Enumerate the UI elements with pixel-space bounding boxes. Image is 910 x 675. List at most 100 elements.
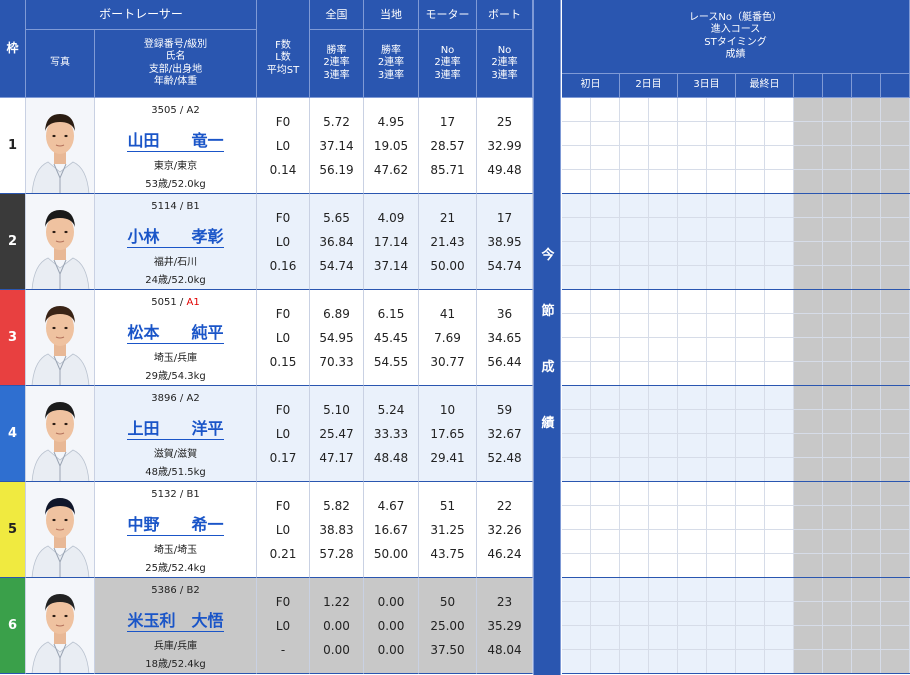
- motor-2ren-rate: 25.00: [430, 619, 465, 633]
- local-win-rate: 5.24: [377, 403, 405, 417]
- racer-name[interactable]: 中野 希一: [127, 515, 224, 536]
- result-cell: [562, 218, 591, 242]
- result-cell: [765, 218, 794, 242]
- local-3ren-rate: 47.62: [373, 163, 409, 177]
- racer-name-link[interactable]: 山田 竜一: [95, 127, 256, 152]
- result-cell: [649, 266, 678, 290]
- result-cell: [678, 626, 707, 650]
- result-cell: [620, 626, 649, 650]
- result-cell: [881, 98, 910, 122]
- racer-f-l-st: F0 L0 0.15: [257, 290, 310, 386]
- national-2ren-rate: 54.95: [319, 331, 354, 345]
- local-2ren-rate: 0.00: [377, 619, 405, 633]
- result-cell: [707, 314, 736, 338]
- result-cell: [678, 530, 707, 554]
- racer-name[interactable]: 山田 竜一: [127, 131, 224, 152]
- result-cell: [678, 242, 707, 266]
- local-win-rate: 4.95: [377, 115, 405, 129]
- result-cell: [765, 602, 794, 626]
- result-cell: [707, 650, 736, 674]
- national-3ren-rate: 56.19: [319, 163, 354, 177]
- result-cell: [591, 626, 620, 650]
- result-cell: [794, 554, 823, 578]
- racer-photo[interactable]: [26, 386, 95, 482]
- racer-photo[interactable]: [26, 194, 95, 290]
- result-cell: [736, 98, 765, 122]
- racer-photo[interactable]: [26, 578, 95, 674]
- racer-name-link[interactable]: 上田 洋平: [95, 415, 256, 440]
- result-cell: [591, 506, 620, 530]
- racer-name[interactable]: 米玉利 大悟: [127, 611, 224, 632]
- result-cell: [852, 242, 881, 266]
- result-cell: [649, 506, 678, 530]
- racer-name-link[interactable]: 米玉利 大悟: [95, 607, 256, 632]
- result-cell: [736, 482, 765, 506]
- header-day-1: 初日: [562, 74, 620, 98]
- rate-label: 3連率: [434, 69, 461, 81]
- racer-f-count: F0: [275, 595, 291, 609]
- motor-3ren-rate: 30.77: [430, 355, 465, 369]
- national-3ren-rate: 54.74: [319, 259, 354, 273]
- racer-name-link[interactable]: 松本 純平: [95, 319, 256, 344]
- result-cell: [562, 338, 591, 362]
- result-cell: [707, 434, 736, 458]
- result-cell: [736, 122, 765, 146]
- racer-class: B1: [186, 489, 200, 500]
- result-cell: [620, 386, 649, 410]
- result-cell: [794, 266, 823, 290]
- result-cell: [794, 122, 823, 146]
- racer-reg-number: 3505: [151, 105, 177, 116]
- result-cell: [707, 242, 736, 266]
- racer-f-count: F0: [275, 211, 291, 225]
- result-cell: [765, 386, 794, 410]
- racer-f-l-st: F0 L0 0.14: [257, 98, 310, 194]
- header-touchi-rates: 勝率 2連率 3連率: [364, 30, 419, 98]
- motor-3ren-rate: 37.50: [430, 643, 465, 657]
- result-cell: [678, 266, 707, 290]
- racer-name-link[interactable]: 中野 希一: [95, 511, 256, 536]
- result-cell: [852, 266, 881, 290]
- rate-label: 3連率: [491, 69, 518, 81]
- result-cell: [649, 650, 678, 674]
- header-f-line: F数: [275, 39, 291, 51]
- result-cell: [794, 146, 823, 170]
- boat-2ren-rate: 32.99: [487, 139, 522, 153]
- result-cell: [591, 578, 620, 602]
- racer-row: 6 5386 / B2 米玉利 大悟 兵庫/兵庫 18歳/52.4kg F0 L…: [0, 578, 533, 674]
- result-cell: [620, 290, 649, 314]
- result-cell: [562, 650, 591, 674]
- racer-name-link[interactable]: 小林 孝彰: [95, 223, 256, 248]
- result-cell: [678, 146, 707, 170]
- result-cell: [852, 98, 881, 122]
- result-cell: [881, 578, 910, 602]
- racer-photo[interactable]: [26, 482, 95, 578]
- local-3ren-rate: 54.55: [373, 355, 409, 369]
- race-info-line: 進入コース: [710, 24, 761, 35]
- result-cell: [823, 218, 852, 242]
- boat-number: 59: [496, 403, 513, 417]
- racer-photo[interactable]: [26, 98, 95, 194]
- racer-name[interactable]: 小林 孝彰: [127, 227, 224, 248]
- racer-photo[interactable]: [26, 290, 95, 386]
- result-cell: [823, 170, 852, 194]
- result-cell: [765, 650, 794, 674]
- result-cell: [881, 338, 910, 362]
- result-cell: [823, 194, 852, 218]
- result-cell: [881, 458, 910, 482]
- motor-2ren-rate: 21.43: [430, 235, 465, 249]
- result-cell: [852, 650, 881, 674]
- result-cell: [591, 434, 620, 458]
- result-cell: [881, 602, 910, 626]
- result-cell: [765, 266, 794, 290]
- racer-class: B2: [186, 585, 200, 596]
- result-cell: [736, 434, 765, 458]
- waku-number: 4: [0, 386, 26, 482]
- racer-name[interactable]: 松本 純平: [127, 323, 224, 344]
- racer-l-count: L0: [275, 619, 291, 633]
- result-cell: [881, 122, 910, 146]
- result-cell: [794, 602, 823, 626]
- national-3ren-rate: 0.00: [323, 643, 350, 657]
- racer-name[interactable]: 上田 洋平: [127, 419, 224, 440]
- boat-2ren-rate: 34.65: [487, 331, 522, 345]
- result-cell: [852, 554, 881, 578]
